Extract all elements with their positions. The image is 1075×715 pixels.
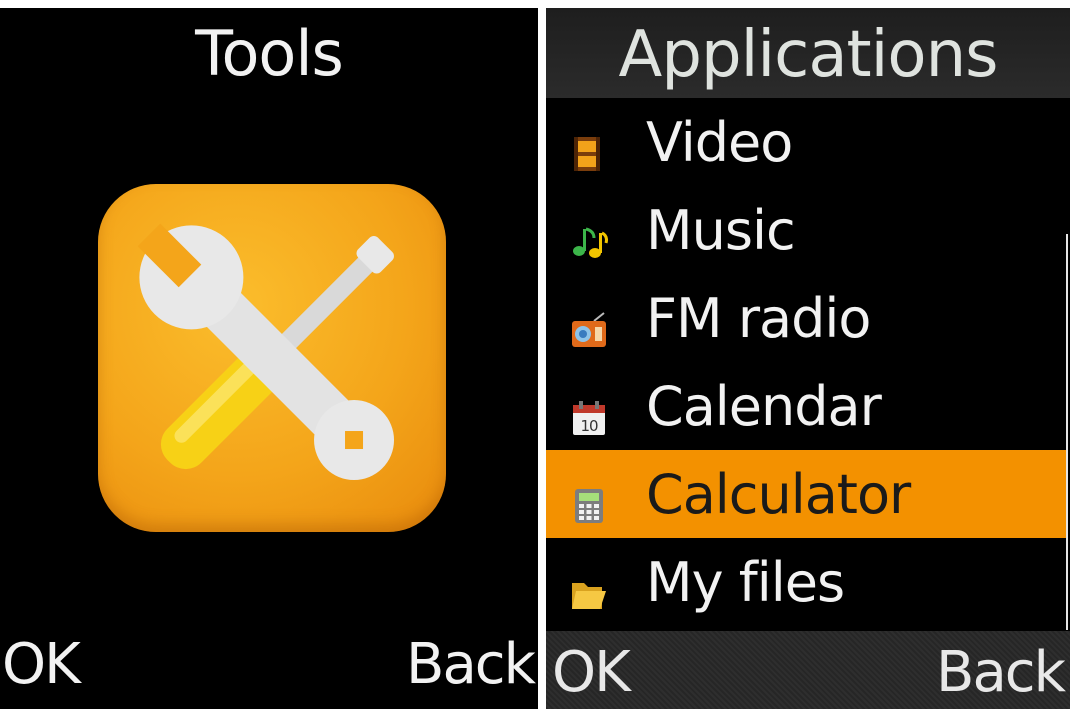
tools-icon[interactable] [98, 184, 446, 532]
menu-item-video[interactable]: Video [546, 98, 1066, 186]
calendar-icon: 10 [570, 387, 608, 435]
menu-item-label: Video [646, 110, 793, 174]
tools-screen: Tools OK Back [0, 8, 538, 709]
screen-title: Applications [618, 18, 999, 92]
menu-item-fm-radio[interactable]: FM radio [546, 274, 1066, 362]
applications-screen: Applications Video Music FM radio 10 Cal… [546, 8, 1070, 709]
softkey-ok[interactable]: OK [2, 629, 81, 701]
menu-item-label: My files [646, 550, 845, 614]
softkey-back[interactable]: Back [406, 629, 536, 701]
video-icon [570, 123, 608, 171]
calendar-day: 10 [580, 417, 598, 435]
menu-item-calculator[interactable]: Calculator [546, 450, 1066, 538]
softkey-ok[interactable]: OK [552, 637, 631, 709]
screen-title: Tools [195, 17, 344, 90]
menu-item-my-files[interactable]: My files [546, 538, 1066, 626]
scrollbar[interactable] [1066, 234, 1068, 630]
menu-item-label: Calculator [646, 462, 911, 526]
menu-item-label: Calendar [646, 374, 882, 438]
header-bar: Applications [546, 8, 1070, 98]
radio-icon [570, 299, 608, 347]
calculator-icon [570, 475, 608, 523]
menu-item-calendar[interactable]: 10 Calendar [546, 362, 1066, 450]
folder-icon [570, 563, 608, 609]
menu-item-label: FM radio [646, 286, 871, 350]
softkey-back[interactable]: Back [936, 637, 1066, 709]
menu-item-music[interactable]: Music [546, 186, 1066, 274]
menu-item-label: Music [646, 198, 796, 262]
applications-menu: Video Music FM radio 10 Calendar Calcula… [546, 98, 1066, 626]
music-icon [570, 211, 608, 258]
